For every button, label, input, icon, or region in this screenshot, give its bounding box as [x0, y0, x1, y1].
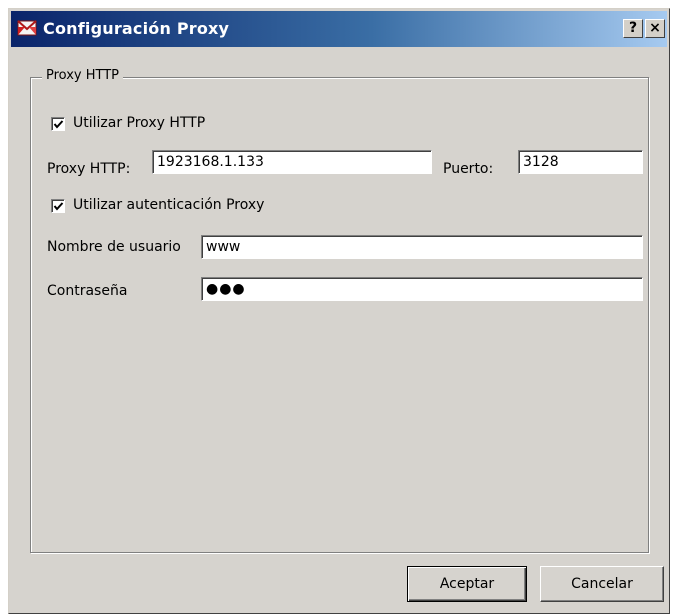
checkmark-icon	[53, 202, 64, 211]
proxy-host-label: Proxy HTTP:	[47, 161, 131, 177]
cancel-button[interactable]: Cancelar	[540, 566, 664, 602]
close-button[interactable]: ×	[645, 19, 665, 38]
use-proxy-checkbox[interactable]	[51, 117, 65, 131]
proxy-http-groupbox	[30, 77, 649, 553]
window-title: Configuración Proxy	[43, 19, 230, 38]
use-auth-checkbox[interactable]	[51, 199, 65, 213]
username-label: Nombre de usuario	[47, 239, 181, 255]
use-auth-label[interactable]: Utilizar autenticación Proxy	[73, 197, 264, 213]
help-button[interactable]: ?	[623, 19, 643, 38]
groupbox-legend: Proxy HTTP	[42, 68, 124, 83]
port-input[interactable]: 3128	[518, 150, 643, 174]
title-bar[interactable]: Configuración Proxy ? ×	[11, 11, 667, 47]
username-input[interactable]: www	[201, 235, 643, 259]
envelope-icon	[17, 18, 37, 38]
port-label: Puerto:	[443, 161, 494, 177]
password-label: Contraseña	[47, 283, 128, 299]
use-proxy-label[interactable]: Utilizar Proxy HTTP	[73, 115, 205, 131]
checkmark-icon	[53, 120, 64, 129]
proxy-config-dialog: Configuración Proxy ? × Proxy HTTP Utili…	[8, 8, 670, 614]
password-input[interactable]: ●●●	[201, 277, 643, 301]
proxy-host-input[interactable]: 1923168.1.133	[152, 150, 432, 174]
accept-button[interactable]: Aceptar	[407, 566, 527, 602]
